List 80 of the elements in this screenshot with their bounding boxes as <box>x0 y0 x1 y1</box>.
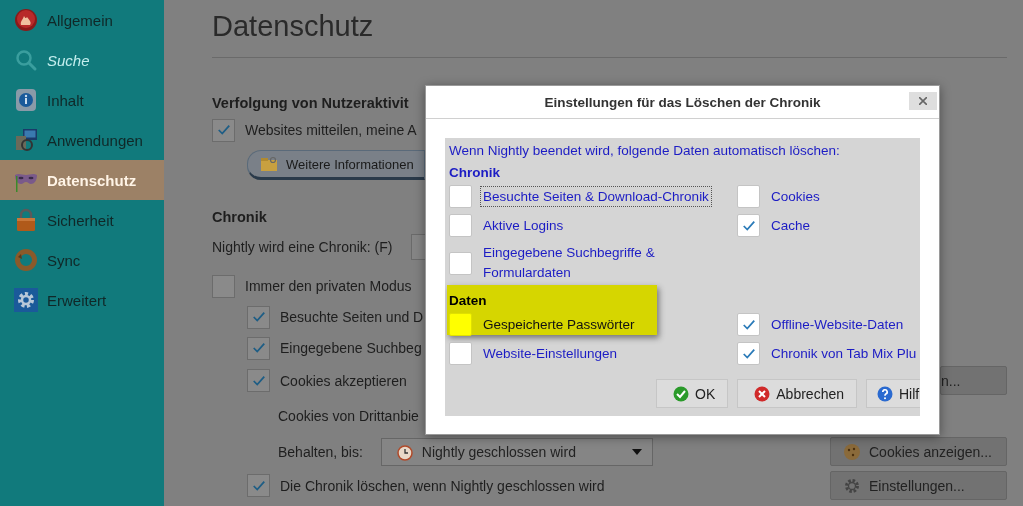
checkbox[interactable] <box>449 214 472 237</box>
dropdown[interactable]: Nightly geschlossen wird <box>380 437 653 466</box>
group-heading: Chronik <box>449 165 501 181</box>
checkbox-label: Chronik von Tab Mix Plu <box>771 346 917 361</box>
sidebar-item[interactable]: Inhalt <box>0 80 164 120</box>
checkbox[interactable] <box>247 474 270 497</box>
checkbox-label: Eingegebene Suchbegriffe & Formulardaten <box>483 244 656 282</box>
checkbox[interactable] <box>737 214 760 237</box>
button[interactable]: Weitere Informationen <box>247 150 425 180</box>
checkbox-label: Besuchte Seiten und D <box>280 309 424 325</box>
checkbox[interactable] <box>247 305 270 329</box>
checkbox-label: Offline-Website-Daten <box>771 317 904 332</box>
checkbox-label: Eingegebene Suchbeg <box>280 340 422 356</box>
checkbox-label: Website-Einstellungen <box>483 346 618 361</box>
checkbox-label: Aktive Logins <box>483 218 564 233</box>
checkbox[interactable] <box>449 342 472 365</box>
sidebar-item[interactable]: Sicherheit <box>0 200 164 240</box>
help-icon <box>877 385 893 402</box>
check-icon <box>251 310 266 324</box>
close-button[interactable] <box>909 92 937 110</box>
search-icon <box>14 48 38 72</box>
close-icon <box>919 97 927 105</box>
group-heading: Daten <box>449 293 488 309</box>
field-label: Nightly wird eine Chronik: (F) <box>212 239 393 255</box>
checkbox[interactable] <box>449 185 472 208</box>
sidebar-item[interactable]: Anwendungen <box>0 120 164 160</box>
check-icon <box>741 218 756 233</box>
sidebar-item[interactable]: Allgemein <box>0 0 164 40</box>
checkbox[interactable] <box>247 369 270 392</box>
check-icon <box>741 317 756 332</box>
settings-icon <box>843 476 861 495</box>
text: Cookies von Drittanbie <box>278 408 419 424</box>
checkbox[interactable] <box>737 313 760 336</box>
section-heading: Verfolgung von Nutzeraktivit <box>212 94 409 113</box>
check-icon <box>741 346 756 361</box>
dropdown[interactable] <box>410 234 427 260</box>
checkbox-label: Cookies <box>771 189 820 204</box>
button[interactable]: n... <box>940 366 1007 395</box>
checkbox[interactable] <box>247 336 270 360</box>
alarm-clock-icon <box>395 442 414 461</box>
checkbox-label: Gespeicherte Passwörter <box>483 317 635 332</box>
checkbox-label: Besuchte Seiten & Download-Chronik <box>483 189 709 204</box>
check-icon <box>251 478 266 493</box>
padlock-icon <box>14 208 38 232</box>
checkbox[interactable] <box>212 118 235 142</box>
button[interactable]: Einstellungen... <box>830 471 1007 500</box>
field-label: Behalten, bis: <box>278 443 363 460</box>
check-icon <box>216 123 231 137</box>
help-button[interactable]: Hilf <box>866 379 920 408</box>
checkbox[interactable] <box>449 251 472 275</box>
sidebar-item[interactable]: Datenschutz <box>0 160 164 200</box>
page-title: Datenschutz <box>212 6 1007 58</box>
close-icon <box>754 385 771 402</box>
ok-button[interactable]: OK <box>656 379 729 408</box>
caret-icon <box>631 448 642 455</box>
checkbox-label: Websites mitteilen, meine A <box>245 122 417 138</box>
flame-icon <box>14 8 38 32</box>
sidebar-item[interactable]: Sync <box>0 240 164 280</box>
checkbox[interactable] <box>737 342 760 365</box>
folder-icon <box>260 156 278 172</box>
checkbox-label: Immer den privaten Modus <box>245 278 412 294</box>
settings-icon <box>14 288 38 312</box>
sidebar-item[interactable]: Erweitert <box>0 280 164 320</box>
checkbox[interactable] <box>212 274 235 298</box>
check-icon <box>673 385 690 402</box>
checkbox-label: Die Chronik löschen, wenn Nightly geschlossen wird <box>280 477 605 494</box>
check-icon <box>251 373 266 388</box>
cancel-button[interactable]: Abbrechen <box>737 379 857 408</box>
checkbox-label: Cookies akzeptieren <box>280 372 407 389</box>
button[interactable]: Cookies anzeigen... <box>830 437 1007 466</box>
checkbox-label: Cache <box>771 218 811 233</box>
section-heading: Chronik <box>212 208 267 227</box>
check-icon <box>251 341 266 355</box>
sync-icon <box>14 248 38 272</box>
instruction-text: Wenn Nightly beendet wird, folgende Daten automatisch löschen: <box>449 142 841 160</box>
cookie-icon <box>843 442 861 461</box>
dialog-title: Einstellungen für das Löschen der Chronik <box>544 94 821 110</box>
computer-icon <box>14 128 38 152</box>
checkbox[interactable] <box>737 185 760 208</box>
info-icon <box>14 88 38 112</box>
